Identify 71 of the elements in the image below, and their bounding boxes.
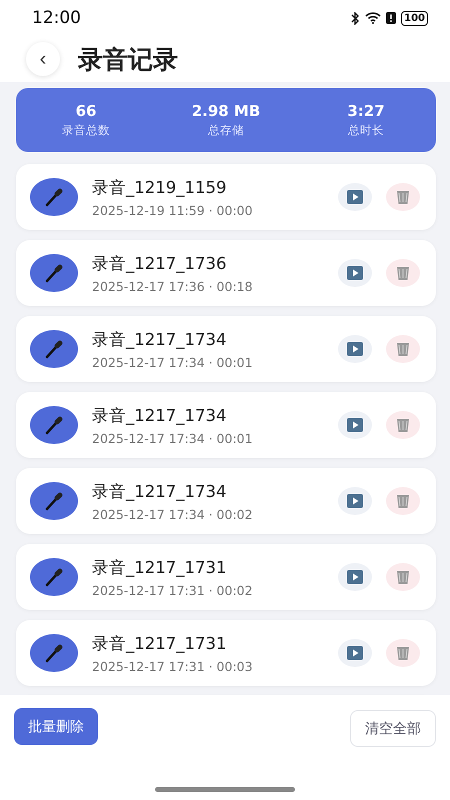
play-icon bbox=[347, 646, 363, 660]
play-button[interactable] bbox=[338, 335, 372, 363]
recording-meta: 2025-12-17 17:36 · 00:18 bbox=[92, 278, 254, 294]
recording-meta: 2025-12-17 17:34 · 00:01 bbox=[92, 430, 254, 446]
play-icon bbox=[347, 570, 363, 584]
delete-button[interactable] bbox=[386, 563, 420, 591]
batch-delete-button[interactable]: 批量删除 bbox=[14, 708, 98, 745]
recording-card[interactable]: 录音_1217_1731 2025-12-17 17:31 · 00:03 bbox=[16, 620, 436, 686]
microphone-icon bbox=[43, 414, 65, 436]
page-title: 录音记录 bbox=[78, 44, 178, 76]
battery-level: 100 bbox=[401, 10, 428, 26]
bluetooth-icon bbox=[351, 12, 360, 24]
recording-card[interactable]: 录音_1217_1734 2025-12-17 17:34 · 00:02 bbox=[16, 468, 436, 534]
recording-name: 录音_1217_1736 bbox=[92, 252, 228, 274]
recording-card[interactable]: 录音_1217_1736 2025-12-17 17:36 · 00:18 bbox=[16, 240, 436, 306]
play-icon bbox=[347, 266, 363, 280]
recording-meta: 2025-12-17 17:31 · 00:02 bbox=[92, 582, 254, 598]
stat-value: 2.98 MB bbox=[192, 102, 260, 120]
play-button[interactable] bbox=[338, 563, 372, 591]
recording-meta: 2025-12-17 17:34 · 00:02 bbox=[92, 506, 254, 522]
delete-button[interactable] bbox=[386, 487, 420, 515]
stat-label: 录音总数 bbox=[62, 123, 110, 138]
recording-name: 录音_1217_1731 bbox=[92, 556, 228, 578]
microphone-icon bbox=[43, 490, 65, 512]
wifi-icon bbox=[365, 12, 382, 24]
microphone-icon bbox=[43, 338, 65, 360]
play-icon bbox=[347, 494, 363, 508]
delete-button[interactable] bbox=[386, 335, 420, 363]
trash-icon bbox=[396, 645, 410, 661]
stat-label: 总时长 bbox=[348, 123, 384, 138]
recording-meta: 2025-12-17 17:34 · 00:01 bbox=[92, 354, 254, 370]
recording-meta: 2025-12-19 11:59 · 00:00 bbox=[92, 202, 254, 218]
recording-name: 录音_1217_1734 bbox=[92, 328, 228, 350]
delete-button[interactable] bbox=[386, 639, 420, 667]
recording-card[interactable]: 录音_1217_1734 2025-12-17 17:34 · 00:01 bbox=[16, 392, 436, 458]
delete-button[interactable] bbox=[386, 411, 420, 439]
delete-button[interactable] bbox=[386, 259, 420, 287]
trash-icon bbox=[396, 341, 410, 357]
play-button[interactable] bbox=[338, 639, 372, 667]
trash-icon bbox=[396, 493, 410, 509]
recording-name: 录音_1217_1734 bbox=[92, 404, 228, 426]
microphone-icon bbox=[43, 262, 65, 284]
delete-button[interactable] bbox=[386, 183, 420, 211]
recording-name: 录音_1217_1731 bbox=[92, 632, 228, 654]
play-button[interactable] bbox=[338, 411, 372, 439]
trash-icon bbox=[396, 569, 410, 585]
back-button[interactable]: ‹ bbox=[26, 42, 60, 76]
recording-card[interactable]: 录音_1217_1734 2025-12-17 17:34 · 00:01 bbox=[16, 316, 436, 382]
recording-card[interactable]: 录音_1219_1159 2025-12-19 11:59 · 00:00 bbox=[16, 164, 436, 230]
stat-value: 66 bbox=[76, 102, 96, 120]
recording-meta: 2025-12-17 17:31 · 00:03 bbox=[92, 658, 254, 674]
recording-card[interactable]: 录音_1217_1731 2025-12-17 17:31 · 00:02 bbox=[16, 544, 436, 610]
play-button[interactable] bbox=[338, 487, 372, 515]
microphone-icon bbox=[43, 566, 65, 588]
trash-icon bbox=[396, 265, 410, 281]
stat-value: 3:27 bbox=[347, 102, 385, 120]
trash-icon bbox=[396, 417, 410, 433]
play-button[interactable] bbox=[338, 183, 372, 211]
play-icon bbox=[347, 342, 363, 356]
microphone-icon bbox=[43, 642, 65, 664]
clear-all-button[interactable]: 清空全部 bbox=[350, 710, 436, 747]
play-icon bbox=[347, 190, 363, 204]
play-icon bbox=[347, 418, 363, 432]
play-button[interactable] bbox=[338, 259, 372, 287]
recording-name: 录音_1219_1159 bbox=[92, 176, 228, 198]
status-time: 12:00 bbox=[32, 8, 81, 28]
stat-label: 总存储 bbox=[208, 123, 244, 138]
microphone-icon bbox=[43, 186, 65, 208]
trash-icon bbox=[396, 189, 410, 205]
alert-icon bbox=[386, 12, 396, 24]
recording-name: 录音_1217_1734 bbox=[92, 480, 228, 502]
